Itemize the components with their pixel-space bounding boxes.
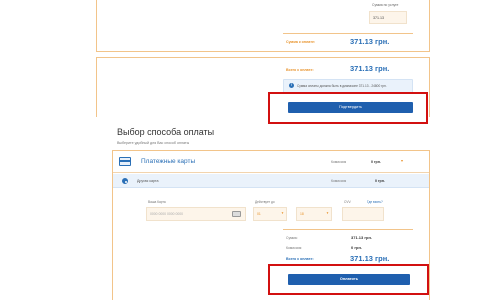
amount-range-text: Сумма оплаты должна быть в диапазоне 371… bbox=[297, 84, 387, 88]
cvv-label: CVV: bbox=[344, 200, 352, 204]
commission-value: 0 грн. bbox=[371, 160, 381, 164]
other-commission-value: 0 грн. bbox=[375, 179, 385, 183]
chevron-down-icon: ▼ bbox=[326, 211, 329, 215]
total-label: Всего к оплате: bbox=[286, 68, 314, 72]
divider bbox=[283, 33, 413, 34]
grand-total-label: Всего к оплате: bbox=[286, 257, 314, 261]
commission-label: Комиссия bbox=[331, 160, 347, 164]
payment-method-subheading: Выберите удобный для Вас способ оплаты bbox=[117, 141, 190, 145]
chevron-down-icon: ▼ bbox=[281, 211, 284, 215]
grand-total-amount: 371.13 грн. bbox=[350, 254, 390, 263]
payment-cards-title: Платежные карты bbox=[141, 158, 196, 165]
card-number-input[interactable]: 0000 0000 0000 0000 bbox=[146, 207, 246, 221]
expiry-label: Действует до bbox=[255, 200, 275, 204]
sum-label: Сумма: bbox=[286, 236, 298, 240]
service-sum-field[interactable]: 371.13 bbox=[369, 11, 407, 24]
total-amount: 371.13 грн. bbox=[350, 64, 390, 73]
cvv-input[interactable] bbox=[342, 207, 384, 221]
info-icon: ! bbox=[289, 83, 294, 88]
card-number-label: Ваша Карта bbox=[148, 200, 166, 204]
divider bbox=[283, 229, 413, 230]
payment-method-heading: Выбор способа оплаты bbox=[117, 127, 215, 137]
highlight-confirm-button bbox=[268, 92, 428, 124]
highlight-pay-button bbox=[268, 264, 429, 295]
chevron-down-icon[interactable]: ▾ bbox=[401, 158, 403, 163]
pay-amount-label: Сумма к оплате: bbox=[286, 40, 316, 44]
cvv-help-link[interactable]: Где взять? bbox=[367, 200, 383, 204]
pay-amount-value: 371.13 грн. bbox=[350, 37, 390, 46]
service-sum-label: Сумма по услуге bbox=[372, 3, 399, 7]
commission-total-label: Комиссия: bbox=[286, 246, 303, 250]
credit-card-icon bbox=[119, 157, 131, 166]
card-chip-icon bbox=[232, 211, 241, 217]
sum-value: 371.13 грн. bbox=[351, 235, 372, 240]
other-card-label: Другая карта bbox=[137, 179, 159, 183]
commission-total-value: 0 грн. bbox=[351, 245, 362, 250]
other-card-radio[interactable] bbox=[122, 178, 128, 184]
other-commission-label: Комиссия bbox=[331, 179, 347, 183]
